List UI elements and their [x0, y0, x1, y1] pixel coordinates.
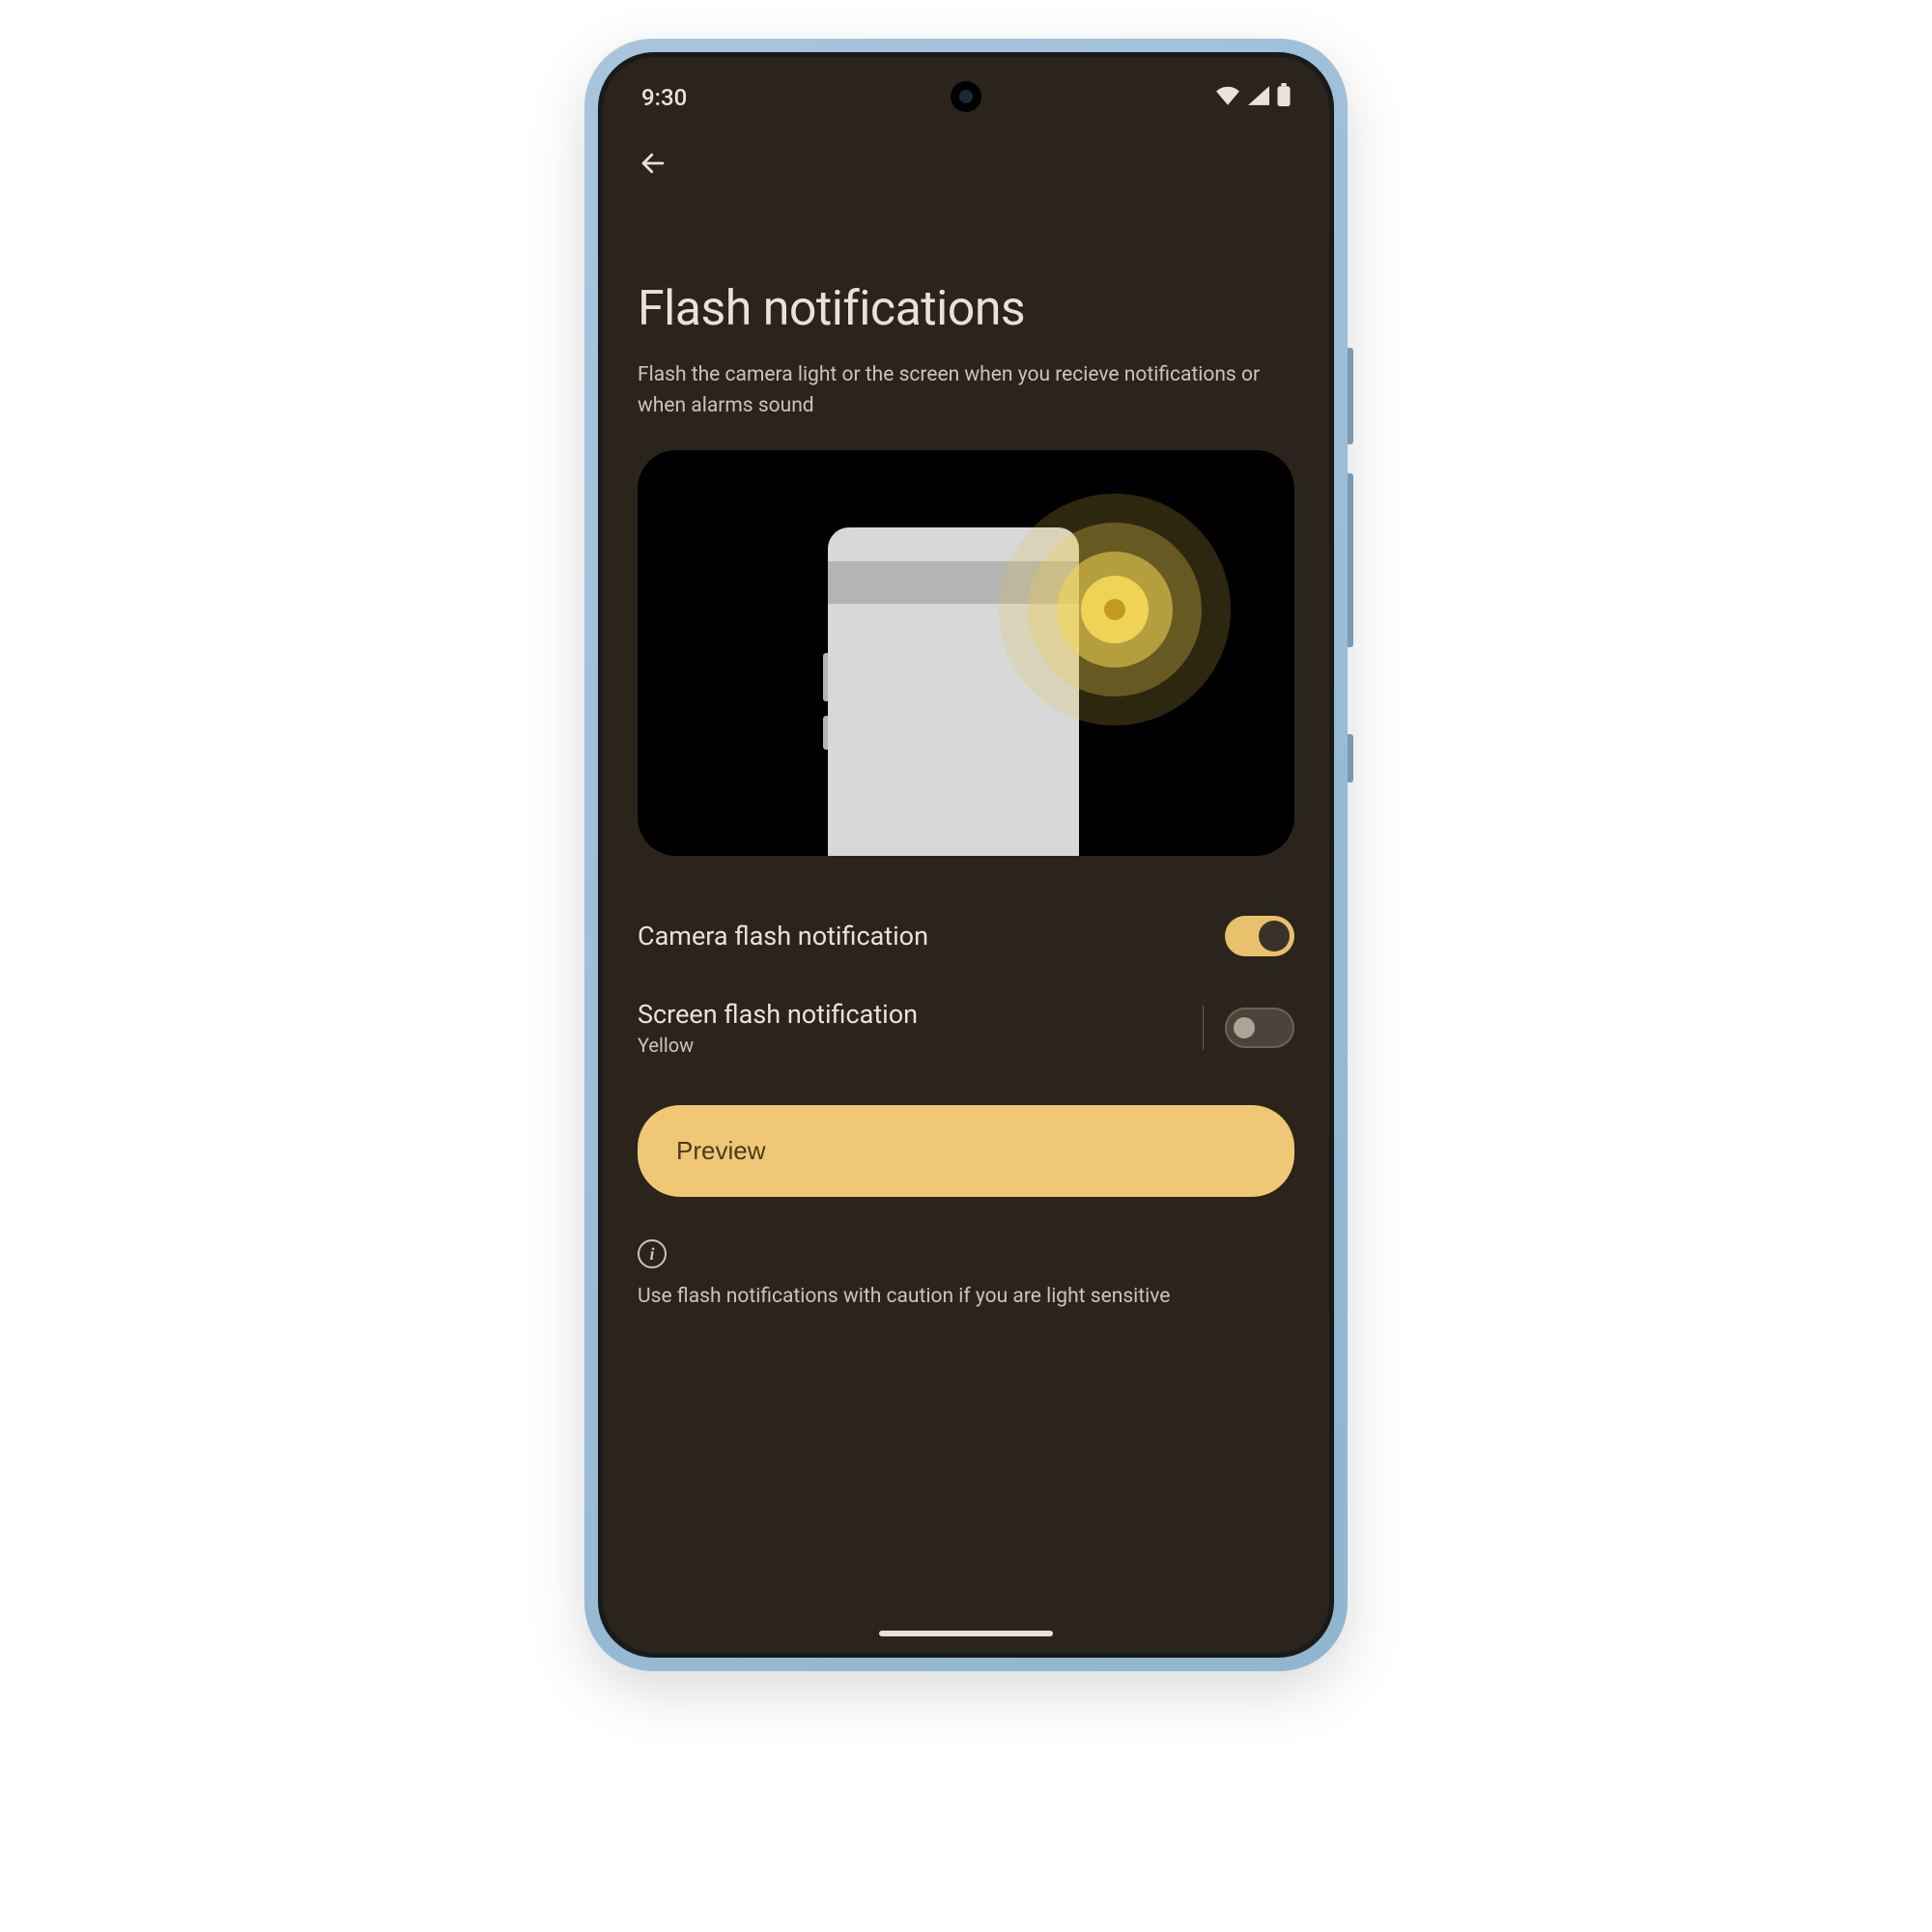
nav-pill [879, 1631, 1053, 1636]
status-right [1215, 83, 1291, 112]
illustration [638, 450, 1294, 856]
back-button[interactable] [632, 142, 674, 185]
wifi-icon [1215, 84, 1240, 111]
signal-icon [1248, 84, 1269, 111]
info-text: Use flash notifications with caution if … [638, 1282, 1294, 1313]
screen-flash-toggle[interactable] [1225, 1008, 1294, 1048]
setting-label: Screen flash notification [638, 999, 918, 1030]
page-subtitle: Flash the camera light or the screen whe… [638, 360, 1294, 421]
arrow-left-icon [639, 149, 668, 178]
camera-punch-hole [951, 81, 981, 112]
preview-button[interactable]: Preview [638, 1105, 1294, 1197]
row-divider [1203, 1006, 1204, 1050]
phone-side-button [1348, 473, 1353, 647]
status-time: 9:30 [641, 84, 687, 111]
gesture-nav-bar[interactable] [603, 1614, 1329, 1653]
info-icon: i [638, 1239, 667, 1268]
info-row: i Use flash notifications with caution i… [638, 1239, 1294, 1313]
setting-screen-flash[interactable]: Screen flash notification Yellow [638, 978, 1294, 1078]
phone-side-button [1348, 734, 1353, 782]
setting-camera-flash[interactable]: Camera flash notification [638, 895, 1294, 978]
phone-side-button [1348, 348, 1353, 444]
flash-glow-icon [999, 494, 1231, 725]
phone-screen: 9:30 [603, 57, 1329, 1653]
page-title: Flash notifications [638, 281, 1294, 337]
phone-bezel: 9:30 [598, 52, 1334, 1658]
content: Flash notifications Flash the camera lig… [603, 194, 1329, 1614]
setting-label: Camera flash notification [638, 921, 928, 952]
phone-frame: 9:30 [584, 39, 1348, 1671]
battery-icon [1277, 83, 1291, 112]
camera-flash-toggle[interactable] [1225, 916, 1294, 956]
setting-sublabel: Yellow [638, 1034, 918, 1057]
app-bar [603, 125, 1329, 194]
